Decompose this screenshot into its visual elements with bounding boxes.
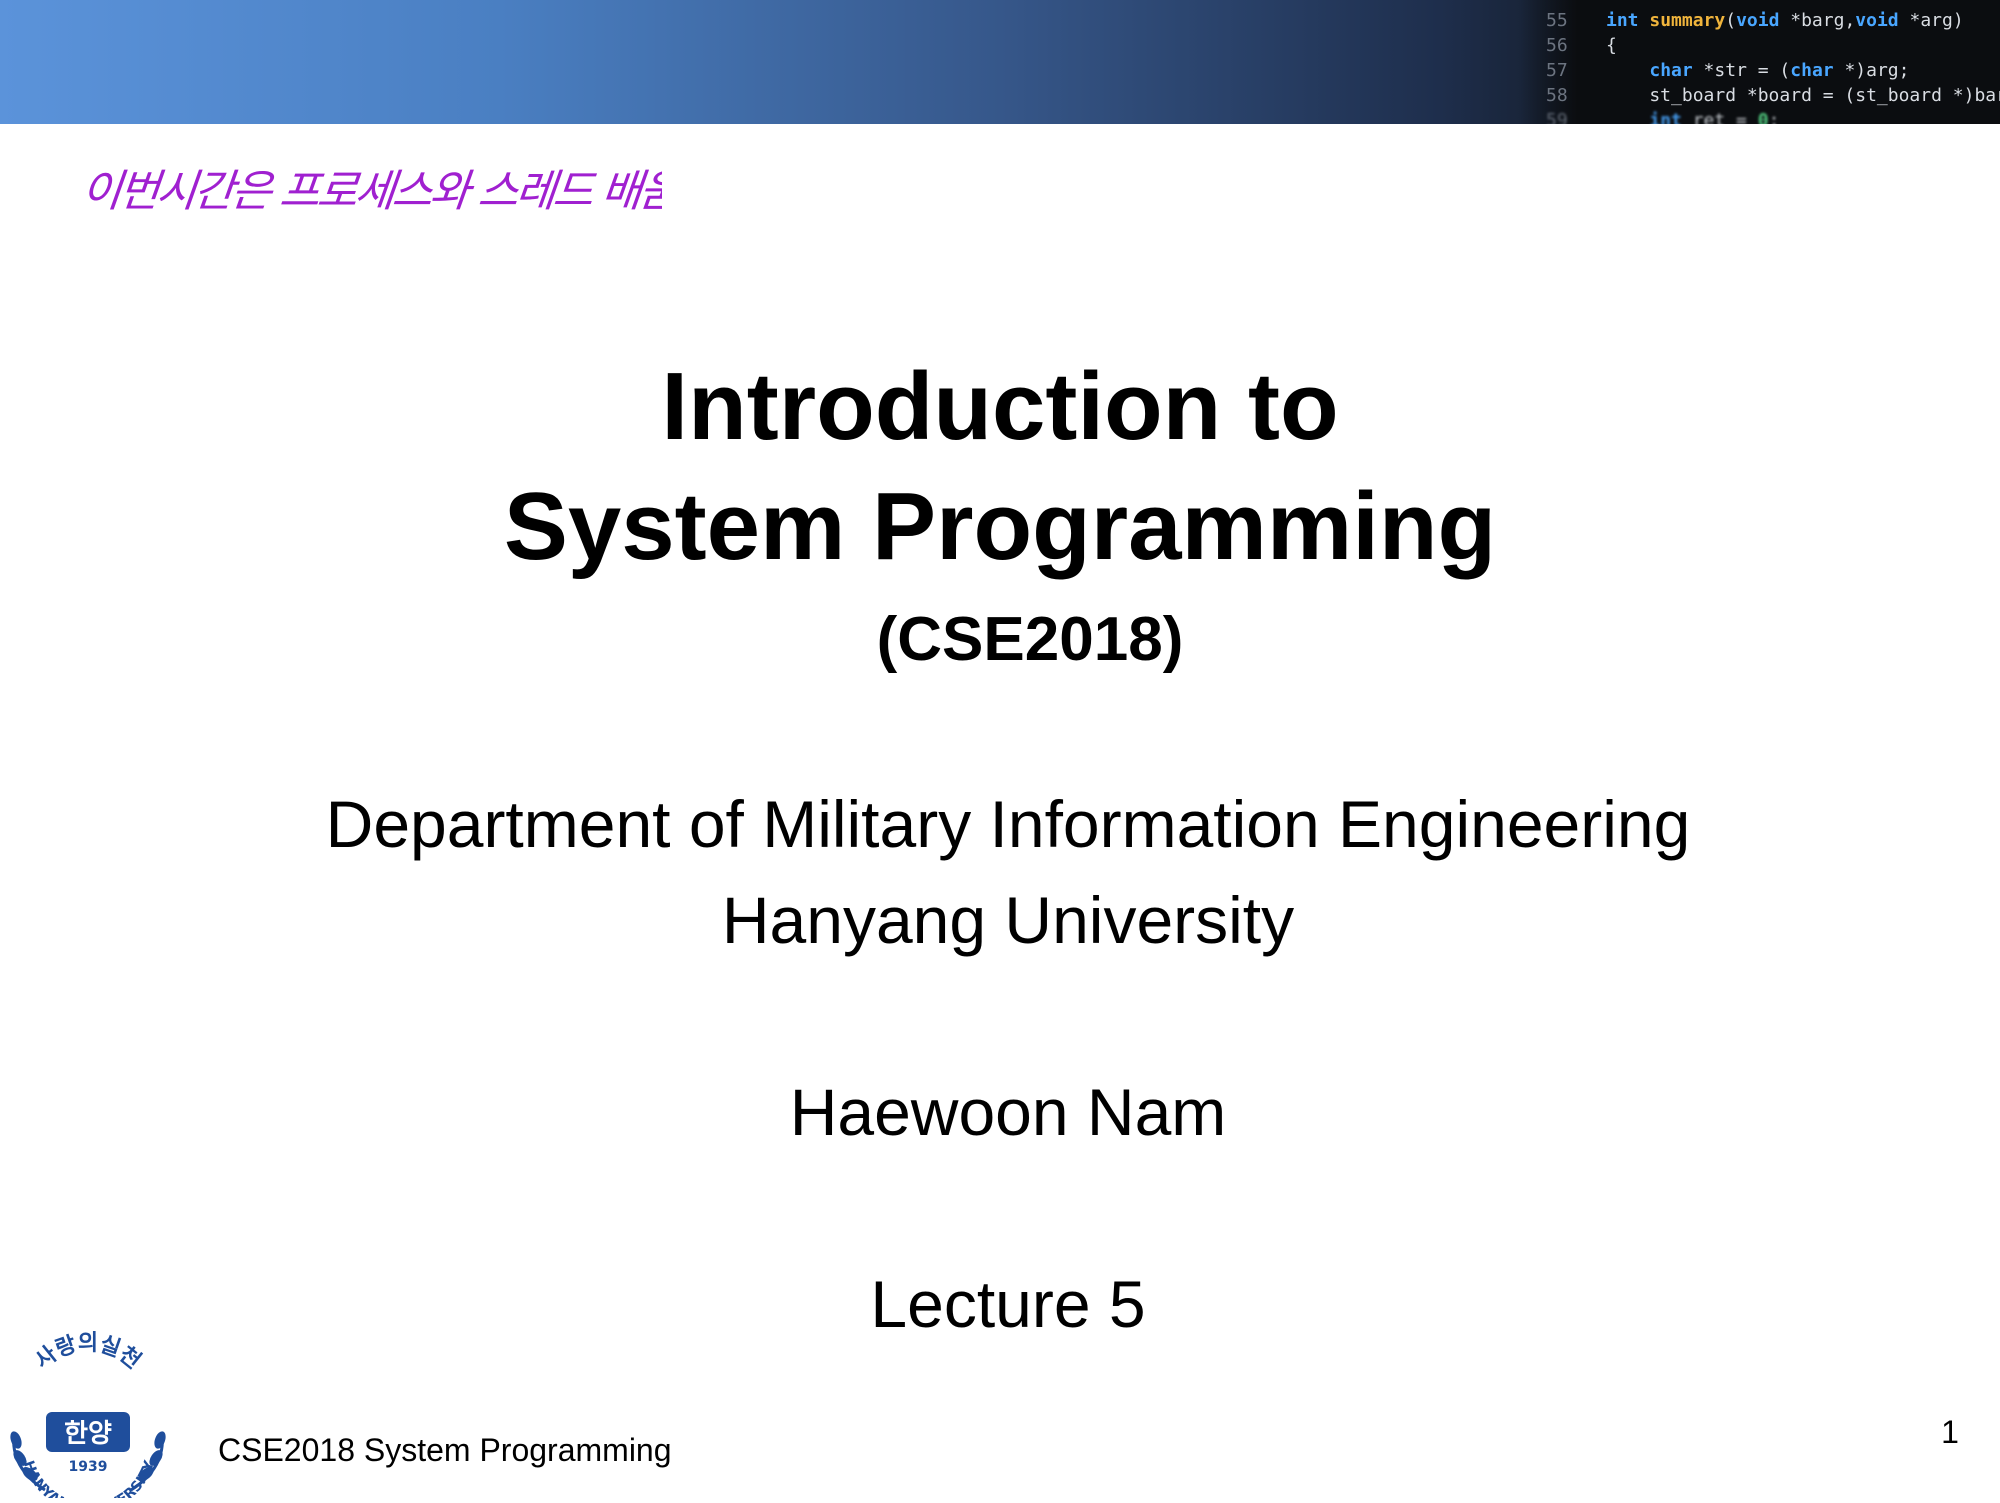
code-line: 56 { — [1520, 33, 2000, 58]
code-line-number: 59 — [1546, 110, 1568, 124]
code-line-number: 56 — [1546, 35, 1568, 56]
code-line-text: int ret = 0; — [1649, 110, 1780, 124]
lecture-number: Lecture 5 — [870, 1267, 1146, 1341]
code-line-text: { — [1606, 35, 1617, 56]
footer-course-label: CSE2018 System Programming — [218, 1432, 672, 1468]
slide-title-line-2: System Programming — [503, 473, 1497, 580]
code-line: 57 char *str = (char *)arg; — [1520, 58, 2000, 83]
department-name: Department of Military Information Engin… — [325, 787, 1691, 861]
handwriting-drawing: 이번시간은 프로세스와 스레드 배움. — [79, 166, 690, 217]
code-line-text: st_board *board = (st_board *)bar — [1606, 85, 2000, 106]
code-line-text: char *str = (char *)arg; — [1649, 60, 1910, 81]
university-name: Hanyang University — [721, 883, 1295, 957]
page-number: 1 — [1941, 1414, 1959, 1450]
course-code: (CSE2018) — [876, 605, 1184, 674]
code-line-text: int summary(void *barg,void *arg) — [1606, 10, 1964, 31]
code-line: 55 int summary(void *barg,void *arg) — [1520, 8, 2000, 33]
handwritten-annotation: 이번시간은 프로세스와 스레드 배움. — [79, 150, 690, 230]
code-line-number: 58 — [1546, 85, 1568, 106]
svg-text:1939: 1939 — [69, 1459, 108, 1475]
header-banner: 55 int summary(void *barg,void *arg) 56 {57… — [0, 0, 2000, 124]
code-line: 58 st_board *board = (st_board *)bar — [1520, 83, 2000, 108]
slide-title-line-1: Introduction to — [661, 353, 1339, 460]
university-seal-logo: 사랑의실천 한양 1939 HANYANG UNIVERSITY — [0, 1318, 175, 1503]
svg-text:한양: 한양 — [64, 1419, 112, 1449]
code-snippet-image: 55 int summary(void *barg,void *arg) 56 {57… — [1520, 0, 2000, 124]
handwritten-note-text: 이번시간은 프로세스와 스레드 배움. — [82, 166, 662, 217]
author-name: Haewoon Nam — [789, 1075, 1227, 1149]
code-line-number: 55 — [1546, 10, 1568, 31]
svg-text:사랑의실천: 사랑의실천 — [31, 1331, 146, 1374]
seal-drawing: 사랑의실천 한양 1939 HANYANG UNIVERSITY — [10, 1331, 166, 1503]
code-line: 59 int ret = 0; — [1520, 108, 2000, 124]
code-line-number: 57 — [1546, 60, 1568, 81]
